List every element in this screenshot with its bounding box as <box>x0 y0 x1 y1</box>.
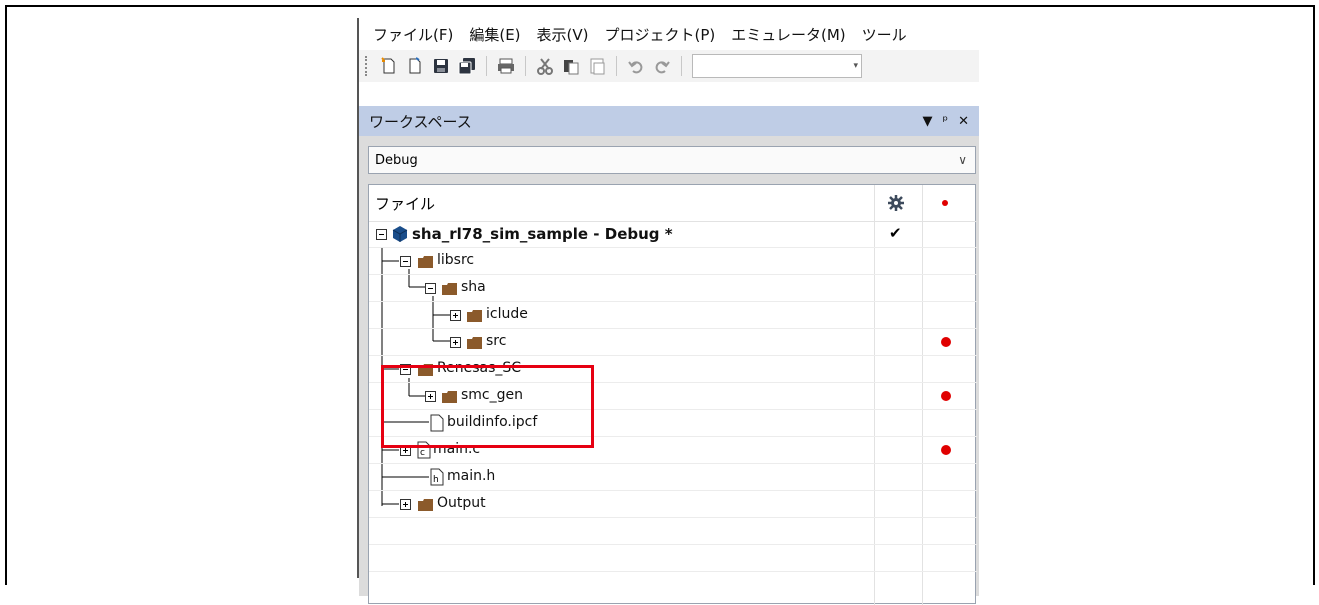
configuration-select[interactable]: Debug ∨ <box>368 146 976 174</box>
breakpoint-dot-icon <box>941 337 951 347</box>
breakpoint-dot-icon <box>941 391 951 401</box>
redo-icon[interactable] <box>651 55 673 77</box>
tree-header: ファイル <box>369 185 977 222</box>
configuration-value: Debug <box>375 152 418 168</box>
folder-icon <box>467 310 482 322</box>
toolbar-combo[interactable]: ▾ <box>692 54 862 78</box>
tree-row-sha[interactable]: sha <box>369 275 977 302</box>
breakpoint-dot-icon[interactable] <box>942 200 948 206</box>
file-column-header[interactable]: ファイル <box>375 193 435 214</box>
tree-row-output[interactable]: Output <box>369 491 977 518</box>
menu-emulator[interactable]: エミュレータ(M) <box>731 24 845 45</box>
cut-icon[interactable] <box>534 55 556 77</box>
workspace-title: ワークスペース <box>369 112 472 131</box>
workspace-title-bar: ワークスペース ▼ ᵖ ✕ <box>359 106 979 136</box>
folder-icon <box>418 499 433 511</box>
breakpoint-dot-icon <box>941 445 951 455</box>
expand-icon[interactable] <box>450 310 461 321</box>
workspace-panel: Debug ∨ ファイル sha_rl78_sim_sample - Debug… <box>359 136 979 605</box>
tree-row-src[interactable]: src <box>369 329 977 356</box>
svg-text:c: c <box>420 448 425 458</box>
expand-icon[interactable] <box>450 337 461 348</box>
menu-edit[interactable]: 編集(E) <box>469 24 520 45</box>
tree-item-label: main.h <box>447 468 496 484</box>
toolbar-separator <box>616 56 617 76</box>
toolbar-grip[interactable] <box>365 56 370 76</box>
new-file-icon[interactable] <box>378 55 400 77</box>
tree-item-label: iclude <box>486 306 528 322</box>
tree-item-label: sha_rl78_sim_sample - Debug * <box>412 225 673 243</box>
collapse-icon[interactable] <box>425 283 436 294</box>
h-file-icon: h <box>430 468 444 486</box>
close-icon[interactable]: ✕ <box>958 114 969 129</box>
toolbar-separator <box>525 56 526 76</box>
tree-row-iclude[interactable]: iclude <box>369 302 977 329</box>
tree-row-empty <box>369 545 977 572</box>
pin-icon[interactable]: ᵖ <box>943 114 949 129</box>
svg-text:h: h <box>433 475 439 485</box>
tree-row-main-h[interactable]: h main.h <box>369 464 977 491</box>
toolbar-separator <box>681 56 682 76</box>
folder-icon <box>442 283 457 295</box>
highlight-box <box>381 365 594 448</box>
paste-icon[interactable] <box>586 55 608 77</box>
gear-icon[interactable] <box>888 195 904 211</box>
project-tree: ファイル sha_rl78_sim_sample - Debug * ✔ lib… <box>368 184 977 605</box>
tree-item-label: libsrc <box>437 252 475 268</box>
menu-project[interactable]: プロジェクト(P) <box>605 24 716 45</box>
chevron-down-icon: ∨ <box>958 153 967 167</box>
menu-bar: ファイル(F) 編集(E) 表示(V) プロジェクト(P) エミュレータ(M) … <box>359 18 979 50</box>
copy-icon[interactable] <box>560 55 582 77</box>
ide-window: ファイル(F) 編集(E) 表示(V) プロジェクト(P) エミュレータ(M) … <box>357 18 979 605</box>
collapse-icon[interactable] <box>376 229 387 240</box>
tree-row-empty <box>369 518 977 545</box>
menu-view[interactable]: 表示(V) <box>537 24 589 45</box>
build-check-icon: ✔ <box>889 224 902 242</box>
menu-tools[interactable]: ツール <box>862 24 907 45</box>
tree-row-libsrc[interactable]: libsrc <box>369 248 977 275</box>
print-icon[interactable] <box>495 55 517 77</box>
tree-item-label: Output <box>437 495 486 511</box>
undo-icon[interactable] <box>625 55 647 77</box>
folder-icon <box>418 256 433 268</box>
tree-item-label: sha <box>461 279 486 295</box>
new-project-icon[interactable] <box>404 55 426 77</box>
save-all-icon[interactable] <box>456 55 478 77</box>
tree-row-project[interactable]: sha_rl78_sim_sample - Debug * ✔ <box>369 221 977 248</box>
collapse-icon[interactable] <box>400 256 411 267</box>
tree-item-label: src <box>486 333 507 349</box>
toolbar: ▾ <box>359 50 979 82</box>
folder-icon <box>467 337 482 349</box>
save-icon[interactable] <box>430 55 452 77</box>
toolbar-separator <box>486 56 487 76</box>
project-cube-icon <box>392 226 408 242</box>
expand-icon[interactable] <box>400 499 411 510</box>
combo-arrow-icon: ▾ <box>853 61 858 71</box>
panel-menu-icon[interactable]: ▼ <box>923 114 933 129</box>
menu-file[interactable]: ファイル(F) <box>373 24 453 45</box>
